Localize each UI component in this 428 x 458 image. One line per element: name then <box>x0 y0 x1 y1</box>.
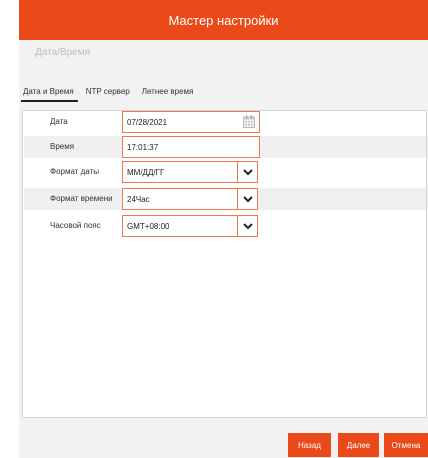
time-format-value: 24Час <box>127 195 150 204</box>
date-format-row: Формат даты ММ/ДД/ГГ <box>24 161 426 183</box>
date-format-label: Формат даты <box>50 167 99 176</box>
tab-ntp-server[interactable]: NTP сервер <box>84 84 134 102</box>
timezone-select[interactable]: GMT+08:00 <box>122 215 258 237</box>
chevron-down-icon[interactable] <box>237 216 257 236</box>
time-format-select[interactable]: 24Час <box>122 188 258 210</box>
section-title: Дата/Время <box>35 47 91 58</box>
window-title: Мастер настройки <box>168 12 279 28</box>
settings-content: Дата 07/28/2021 Время 17:01:37 Формат да… <box>22 110 427 418</box>
date-value: 07/28/2021 <box>127 118 168 127</box>
date-label: Дата <box>50 117 68 126</box>
date-row: Дата 07/28/2021 <box>24 111 426 133</box>
timezone-value: GMT+08:00 <box>127 222 170 231</box>
timezone-row: Часовой пояс GMT+08:00 <box>24 215 426 237</box>
time-format-label: Формат времени <box>50 194 113 203</box>
time-label: Время <box>50 142 75 151</box>
chevron-down-icon[interactable] <box>237 189 257 209</box>
time-format-row: Формат времени 24Час <box>24 188 426 210</box>
date-format-select[interactable]: ММ/ДД/ГГ <box>122 161 258 183</box>
calendar-icon[interactable] <box>243 115 255 128</box>
time-field[interactable]: 17:01:37 <box>122 136 260 158</box>
date-field[interactable]: 07/28/2021 <box>122 111 260 133</box>
time-value: 17:01:37 <box>127 143 159 152</box>
time-row: Время 17:01:37 <box>24 136 426 158</box>
cancel-button[interactable]: Отмена <box>384 433 428 457</box>
tab-bar: Дата и Время NTP сервер Летнее время <box>21 84 203 102</box>
next-button[interactable]: Далее <box>338 433 379 457</box>
back-button[interactable]: Назад <box>288 433 331 457</box>
tab-date-time[interactable]: Дата и Время <box>21 84 78 102</box>
timezone-label: Часовой пояс <box>50 221 101 230</box>
tab-dst[interactable]: Летнее время <box>140 84 198 102</box>
chevron-down-icon[interactable] <box>237 162 257 182</box>
window-titlebar: Мастер настройки <box>19 0 428 40</box>
date-format-value: ММ/ДД/ГГ <box>127 168 165 177</box>
